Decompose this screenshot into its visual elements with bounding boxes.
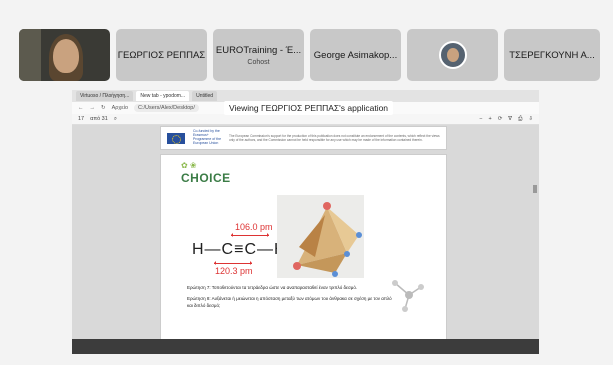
app-label: Αρχείο <box>111 105 129 111</box>
eu-funding-text: Co-funded by the Erasmus+ Programme of t… <box>193 129 222 145</box>
participant-strip: ΓΕΩΡΓΙΟΣ ΡΕΠΠΑΣ EUROTraining - Έ... Coho… <box>19 29 600 81</box>
zoom-in-icon[interactable]: + <box>488 116 491 123</box>
logo-sprigs-icon: ✿ ❀ <box>181 161 197 170</box>
page-total: από 31 <box>90 116 108 122</box>
dimension-arrow-top <box>231 233 269 237</box>
video-person-face <box>53 39 79 73</box>
participant-tile-tseregkouni[interactable]: ΤΣΕΡΕΓΚΟΥΝΗ Α... <box>504 29 600 81</box>
pdf-viewer[interactable]: Co-funded by the Erasmus+ Programme of t… <box>72 125 539 344</box>
participant-role: Cohost <box>247 58 270 66</box>
question-8: Ερώτηση 8: Αυξάνεται ή μειώνεται η απόστ… <box>187 296 392 308</box>
dimension-top: 106.0 pm <box>235 222 273 232</box>
forward-icon[interactable]: → <box>90 105 96 111</box>
participant-name: ΓΕΩΡΓΙΟΣ ΡΕΠΠΑΣ <box>117 49 206 61</box>
browser-tab[interactable]: Untitled <box>192 91 218 101</box>
back-icon[interactable]: ← <box>78 105 84 111</box>
eu-disclaimer: The European Commission's support for th… <box>229 133 440 142</box>
reload-icon[interactable]: ↻ <box>101 105 106 111</box>
browser-tab[interactable]: Virtuoso / Πλοήγηση... <box>76 91 134 101</box>
viewing-banner: Viewing ΓΕΩΡΓΙΟΣ ΡΕΠΠΑΣ's application <box>224 101 394 115</box>
participant-name: EUROTraining - Έ... <box>215 44 302 56</box>
print-icon[interactable]: ⎙ <box>518 116 522 123</box>
participant-name: ΤΣΕΡΕΓΚΟΥΝΗ Α... <box>509 49 595 61</box>
question-7: Ερώτηση 7: Τοποθετούνται τα τετράεδρα ώσ… <box>187 285 358 290</box>
choice-logo: CHOICE <box>181 171 231 185</box>
browser-tab-active[interactable]: New tab - ypodom... <box>136 91 190 101</box>
scrollbar-thumb[interactable] <box>533 185 537 193</box>
participant-tile-repas[interactable]: ΓΕΩΡΓΙΟΣ ΡΕΠΠΑΣ <box>116 29 207 81</box>
dimension-arrow-bottom <box>214 261 252 265</box>
search-icon[interactable]: ⌕ <box>114 116 117 123</box>
avatar <box>438 41 467 69</box>
save-icon[interactable]: ⇩ <box>528 116 533 123</box>
participant-name: George Asimakop... <box>313 49 398 61</box>
acetylene-formula: H—C≡C—H <box>192 241 287 258</box>
meeting-stage: ΓΕΩΡΓΙΟΣ ΡΕΠΠΑΣ EUROTraining - Έ... Coho… <box>0 0 613 365</box>
participant-avatar-tile[interactable] <box>407 29 498 81</box>
page-number[interactable]: 17 <box>78 116 84 122</box>
video-background <box>19 29 41 81</box>
pdf-toolbar: 17 από 31 ⌕ − + ⟳ ∇ ⎙ ⇩ <box>72 114 539 125</box>
participant-video-tile[interactable] <box>19 29 110 81</box>
participant-tile-asimakop[interactable]: George Asimakop... <box>310 29 401 81</box>
draw-icon[interactable]: ∇ <box>508 116 512 123</box>
zoom-out-icon[interactable]: − <box>479 116 482 123</box>
participant-tile-eurotraining[interactable]: EUROTraining - Έ... Cohost <box>213 29 304 81</box>
pdf-page-header: Co-funded by the Erasmus+ Programme of t… <box>160 126 447 150</box>
taskbar <box>72 339 539 354</box>
eu-flag-icon <box>167 132 185 144</box>
tetrahedra-model-photo <box>277 195 364 278</box>
rotate-icon[interactable]: ⟳ <box>498 116 503 123</box>
pdf-tools: − + ⟳ ∇ ⎙ ⇩ <box>479 116 533 123</box>
shared-application-window: Virtuoso / Πλοήγηση... New tab - ypodom.… <box>72 90 539 354</box>
dimension-bottom: 120.3 pm <box>215 266 253 276</box>
pdf-page: ✿ ❀ CHOICE 106.0 pm H—C≡C—H 120.3 pm Ερώ… <box>160 154 447 344</box>
url-field[interactable]: C:/Users/Alex/Desktop/ <box>134 104 199 112</box>
